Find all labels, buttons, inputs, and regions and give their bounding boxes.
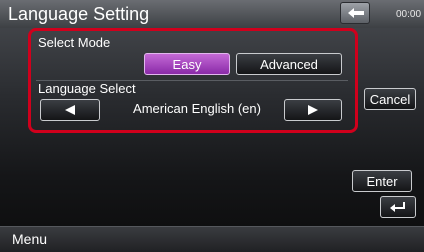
bottom-bar: Menu: [0, 226, 424, 252]
enter-button[interactable]: Enter: [352, 170, 412, 192]
menu-button[interactable]: Menu: [12, 231, 47, 247]
next-language-button[interactable]: [284, 99, 342, 121]
back-button[interactable]: [340, 2, 370, 24]
title-bar: Language Setting 00:00: [0, 0, 424, 28]
back-arrow-icon: [348, 8, 364, 18]
page-title: Language Setting: [8, 4, 150, 24]
clock: 00:00: [396, 9, 422, 20]
language-value: American English (en): [133, 101, 261, 116]
return-arrow-icon: [390, 202, 405, 212]
language-setting-screen: Language Setting 00:00 Select Mode Easy …: [0, 0, 424, 252]
right-triangle-icon: [308, 105, 318, 115]
return-button[interactable]: [380, 196, 416, 218]
select-mode-label: Select Mode: [38, 35, 111, 50]
left-triangle-icon: [65, 105, 75, 115]
previous-language-button[interactable]: [40, 99, 100, 121]
cancel-button[interactable]: Cancel: [364, 88, 416, 110]
easy-mode-button[interactable]: Easy: [144, 53, 230, 75]
advanced-mode-button[interactable]: Advanced: [236, 53, 342, 75]
language-select-label: Language Select: [38, 81, 136, 96]
